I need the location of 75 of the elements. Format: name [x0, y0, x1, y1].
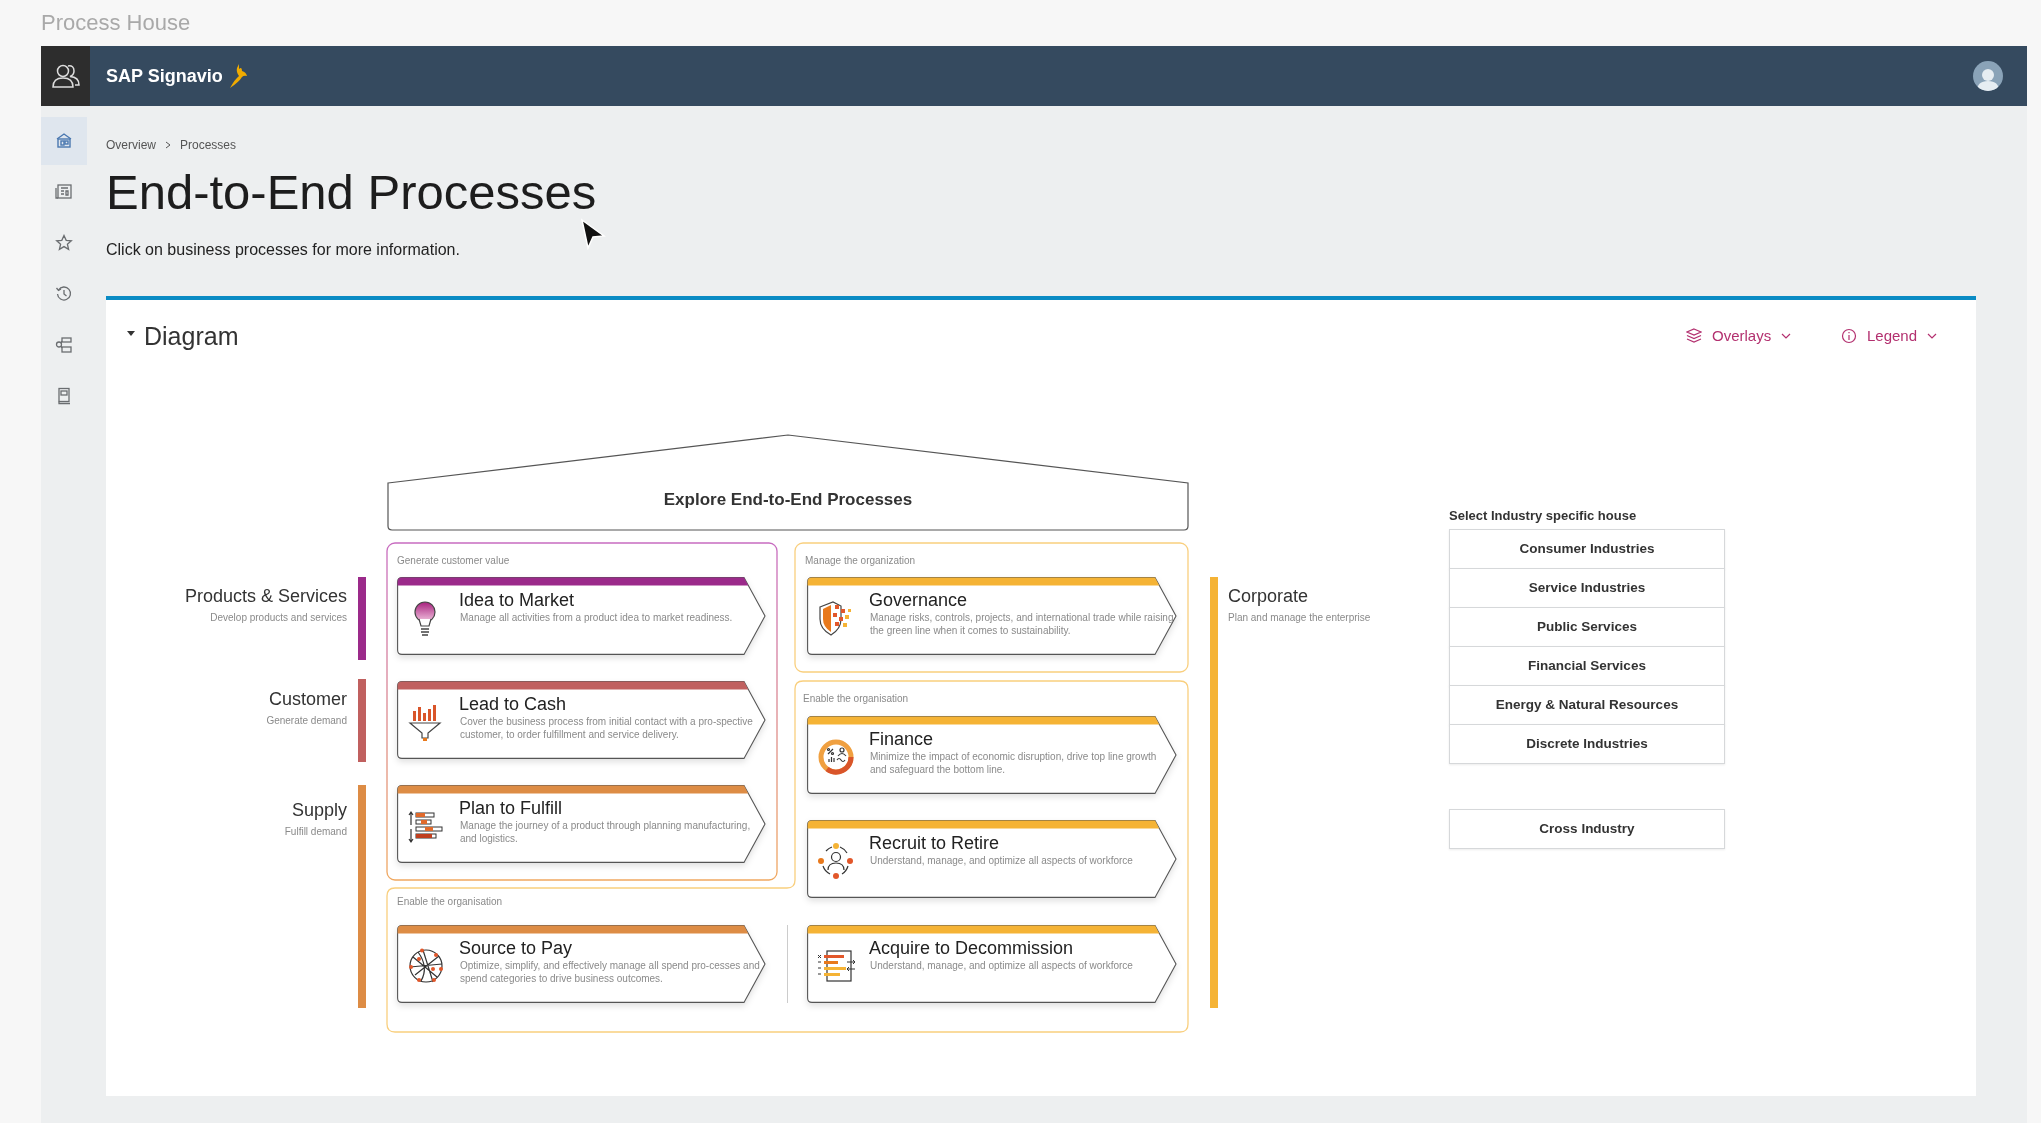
industry-button[interactable]: Cross Industry	[1449, 809, 1725, 849]
lane-title: Corporate	[1228, 586, 1310, 606]
users-icon[interactable]	[50, 63, 81, 89]
process-description: Cover the business process from initial contact with a pro-spective customer, to order fulfillment and service delivery.	[460, 716, 754, 741]
people-network-icon	[817, 842, 855, 880]
process-description: Manage the journey of a product through planning manufacturing, and logistics.	[460, 820, 752, 845]
panel-title: Diagram	[144, 321, 239, 352]
process-card[interactable]: Lead to Cash Cover the business process from initial contact with a pro-spective customer, to order fulfillment and service delivery.	[397, 681, 766, 759]
process-title: Lead to Cash	[459, 694, 567, 714]
window-title: Process House	[41, 9, 192, 37]
process-description: Optimize, simplify, and effectively manage all spend pro-cesses and spend categories to drive business outcomes.	[460, 960, 761, 985]
breadcrumb-link[interactable]: Processes	[180, 136, 237, 154]
lane-description: Generate demand	[265, 714, 347, 728]
lane-title: Supply	[290, 800, 347, 820]
history-icon	[55, 285, 73, 303]
group-label: Generate customer value	[397, 554, 510, 568]
process-description: Understand, manage, and optimize all aspects of workforce	[870, 855, 1134, 868]
newspaper-icon	[55, 183, 73, 201]
brand-name: SAP Signavio	[106, 64, 223, 88]
process-card[interactable]: Recruit to Retire Understand, manage, and optimize all aspects of workforce	[807, 820, 1177, 898]
page-subtitle: Click on business processes for more information.	[106, 240, 461, 260]
dropdown-button[interactable]: Legend	[1835, 323, 1944, 350]
funnel-icon	[407, 703, 445, 741]
process-description: Manage all activities from a product idea to market readiness.	[460, 612, 734, 625]
process-card[interactable]: Idea to Market Manage all activities from a product idea to market readiness.	[397, 577, 766, 655]
process-title: Idea to Market	[459, 590, 575, 610]
chevron-down-icon	[1927, 332, 1938, 341]
process-description: Minimize the impact of economic disruption, drive top line growth and safeguard the bottom line.	[870, 751, 1158, 776]
process-description: Understand, manage, and optimize all aspects of workforce	[870, 960, 1134, 973]
group-label: Manage the organization	[805, 554, 916, 568]
page-title: End-to-End Processes	[106, 164, 598, 220]
lane-description: Plan and manage the enterprise	[1228, 611, 1371, 625]
mouse-cursor-icon	[580, 218, 606, 250]
hierarchy-icon	[55, 336, 73, 354]
process-card[interactable]: Plan to Fulfill Manage the journey of a product through planning manufacturing, and logistics.	[397, 785, 766, 863]
chevron-down-icon	[1781, 332, 1792, 341]
roof-title: Explore End-to-End Processes	[662, 489, 914, 511]
process-title: Plan to Fulfill	[459, 798, 563, 818]
industry-button[interactable]: Energy & Natural Resources	[1449, 685, 1725, 725]
dropdown-button[interactable]: Overlays	[1680, 323, 1798, 350]
group-label: Enable the organisation	[397, 895, 503, 909]
lane-description: Develop products and services	[209, 611, 347, 625]
sidebar-item[interactable]	[41, 117, 87, 165]
process-title: Governance	[869, 590, 968, 610]
process-title: Recruit to Retire	[869, 833, 1000, 853]
breadcrumb-link[interactable]: Overview	[106, 136, 156, 154]
layers-icon	[1686, 328, 1702, 345]
book-icon	[55, 387, 73, 405]
house-icon	[55, 132, 73, 150]
chevron-right-icon	[164, 140, 172, 150]
process-title: Source to Pay	[459, 938, 573, 958]
lane-title: Products & Services	[183, 586, 347, 606]
industry-heading: Select Industry specific house	[1449, 507, 1637, 525]
caret-down-icon[interactable]	[126, 328, 136, 338]
process-card[interactable]: Finance Minimize the impact of economic disruption, drive top line growth and safeguard the bottom line.	[807, 716, 1177, 794]
checklist-icon	[817, 947, 855, 985]
industry-button[interactable]: Financial Services	[1449, 646, 1725, 686]
lane-description: Fulfill demand	[283, 825, 347, 839]
avatar[interactable]	[1973, 61, 2003, 91]
process-card[interactable]: Governance Manage risks, controls, projects, and international trade while raising the green line when it comes to sustainability.	[807, 577, 1177, 655]
process-card[interactable]: Source to Pay Optimize, simplify, and effectively manage all spend pro-cesses and spend categories to drive business outcomes.	[397, 925, 766, 1003]
ring-chart-icon	[817, 738, 855, 776]
info-icon	[1841, 328, 1857, 345]
industry-button[interactable]: Service Industries	[1449, 568, 1725, 608]
process-title: Acquire to Decommission	[869, 938, 1074, 958]
process-title: Finance	[869, 729, 934, 749]
star-icon	[55, 234, 73, 252]
industry-button[interactable]: Discrete Industries	[1449, 724, 1725, 764]
lane-title: Customer	[267, 689, 347, 709]
process-description: Manage risks, controls, projects, and international trade while raising the green line when it comes to sustainability.	[870, 612, 1174, 637]
industry-button[interactable]: Consumer Industries	[1449, 529, 1725, 569]
industry-button[interactable]: Public Services	[1449, 607, 1725, 647]
globe-icon	[407, 947, 445, 985]
process-card[interactable]: Acquire to Decommission Understand, manage, and optimize all aspects of workforce	[807, 925, 1177, 1003]
group-label: Enable the organisation	[803, 692, 909, 706]
